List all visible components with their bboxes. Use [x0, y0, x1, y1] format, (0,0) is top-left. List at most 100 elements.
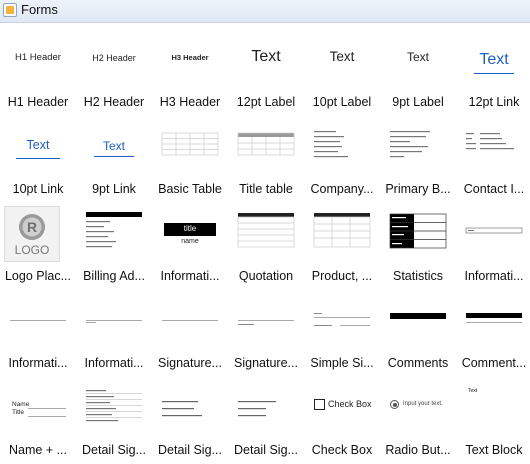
shape-contact-info[interactable]: Contact I... — [456, 116, 530, 203]
preview-text: H2 Header — [92, 53, 136, 63]
shape-thumbnail — [158, 382, 222, 436]
shape-comments[interactable]: Comments — [380, 290, 456, 377]
table-preview — [313, 213, 371, 248]
shape-thumbnail: Text — [82, 121, 146, 175]
preview-text: H3 Header — [171, 53, 209, 62]
line-preview — [162, 320, 218, 321]
shape-label: 10pt Link — [12, 182, 64, 196]
shape-label: Signature... — [234, 356, 298, 370]
svg-text:R: R — [27, 219, 37, 235]
shape-9pt-link[interactable]: Text 9pt Link — [76, 116, 152, 203]
preview-name: Name — [12, 401, 30, 408]
window-title: Forms — [21, 2, 58, 17]
shape-text-block[interactable]: Text Text Block — [456, 377, 530, 464]
shape-detail-signature-1[interactable]: Detail Sig... — [76, 377, 152, 464]
shape-10pt-label[interactable]: Text 10pt Label — [304, 29, 380, 116]
shape-10pt-link[interactable]: Text 10pt Link — [0, 116, 76, 203]
shape-basic-table[interactable]: Basic Table — [152, 116, 228, 203]
shape-label: Informati... — [160, 269, 220, 283]
preview-link-text: Text — [479, 51, 509, 68]
shape-signature-line[interactable]: Signature... — [152, 290, 228, 377]
table-preview — [389, 213, 447, 249]
shape-primary-business[interactable]: Primary B... — [380, 116, 456, 203]
line-preview — [28, 416, 66, 417]
shape-information-field[interactable]: Informati... — [456, 203, 530, 290]
shape-12pt-label[interactable]: Text 12pt Label — [228, 29, 304, 116]
shape-detail-signature-2[interactable]: Detail Sig... — [152, 377, 228, 464]
shape-thumbnail — [310, 208, 374, 262]
shape-logo-placeholder[interactable]: R LOGO Logo Plac... — [0, 203, 76, 290]
shape-label: Check Box — [311, 443, 373, 457]
shape-label: Billing Ad... — [83, 269, 145, 283]
shape-information-line-2[interactable]: Informati... — [76, 290, 152, 377]
shape-label: 10pt Label — [312, 95, 372, 109]
preview-name: name — [181, 238, 199, 245]
shape-thumbnail: Text — [462, 382, 526, 436]
shape-thumbnail — [158, 295, 222, 349]
shape-signature-block[interactable]: Signature... — [228, 290, 304, 377]
shape-radio-button[interactable]: Input your text. Radio But... — [380, 377, 456, 464]
shape-label: Text Block — [465, 443, 523, 457]
shape-quotation[interactable]: Quotation — [228, 203, 304, 290]
shape-thumbnail — [234, 121, 298, 175]
shape-company-info[interactable]: Company... — [304, 116, 380, 203]
shape-thumbnail — [6, 295, 70, 349]
shape-label: Contact I... — [463, 182, 525, 196]
shape-label: Company... — [310, 182, 374, 196]
shape-thumbnail: title name — [158, 208, 222, 262]
preview-link-text: Text — [26, 138, 50, 152]
shape-label: Informati... — [8, 356, 68, 370]
shape-detail-signature-3[interactable]: Detail Sig... — [228, 377, 304, 464]
shape-h2-header[interactable]: H2 Header H2 Header — [76, 29, 152, 116]
preview-text: Text — [329, 49, 355, 64]
shape-product[interactable]: Product, ... — [304, 203, 380, 290]
shape-label: Detail Sig... — [158, 443, 222, 457]
text-block-preview — [314, 131, 348, 158]
shape-information-line[interactable]: Informati... — [0, 290, 76, 377]
shape-label: 12pt Label — [236, 95, 296, 109]
shape-check-box[interactable]: Check Box Check Box — [304, 377, 380, 464]
shape-thumbnail — [462, 121, 526, 175]
shape-thumbnail: Text — [234, 34, 298, 88]
preview-link-text: Text — [102, 139, 125, 153]
shape-statistics[interactable]: Statistics — [380, 203, 456, 290]
shape-information-title[interactable]: title name Informati... — [152, 203, 228, 290]
text-block-preview — [466, 133, 514, 150]
line-preview — [466, 322, 522, 323]
shape-label: Statistics — [392, 269, 443, 283]
text-block-preview — [86, 212, 142, 248]
line-preview — [86, 322, 96, 323]
shape-label: Logo Plac... — [4, 269, 71, 283]
shape-label: Primary B... — [385, 182, 451, 196]
shape-simple-signature[interactable]: Simple Si... — [304, 290, 380, 377]
link-underline — [94, 156, 134, 157]
preview-text: Check Box — [328, 399, 372, 409]
shape-label: 12pt Link — [468, 95, 520, 109]
shape-label: Signature... — [158, 356, 222, 370]
shape-comment-box[interactable]: Comment... — [456, 290, 530, 377]
shape-name-title[interactable]: Name Title Name + ... — [0, 377, 76, 464]
shape-12pt-link[interactable]: Text 12pt Link — [456, 29, 530, 116]
table-preview — [237, 132, 295, 156]
shape-thumbnail — [462, 208, 526, 262]
checkbox-icon — [314, 399, 325, 410]
radio-dot-icon — [392, 402, 397, 407]
shape-9pt-label[interactable]: Text 9pt Label — [380, 29, 456, 116]
shape-billing-address[interactable]: Billing Ad... — [76, 203, 152, 290]
text-block-preview — [238, 401, 276, 417]
shape-label: Comments — [387, 356, 449, 370]
line-preview — [86, 320, 142, 321]
shape-label: Name + ... — [8, 443, 67, 457]
table-preview — [237, 213, 295, 248]
shape-label: Quotation — [238, 269, 294, 283]
shape-h3-header[interactable]: H3 Header H3 Header — [152, 29, 228, 116]
shape-thumbnail: Input your text. — [386, 382, 450, 436]
shape-thumbnail: Text — [6, 121, 70, 175]
input-preview — [465, 227, 523, 234]
shape-label: Detail Sig... — [82, 443, 146, 457]
shape-h1-header[interactable]: H1 Header H1 Header — [0, 29, 76, 116]
shape-title-table[interactable]: Title table — [228, 116, 304, 203]
shape-label: 9pt Link — [92, 182, 136, 196]
shape-label: H1 Header — [7, 95, 69, 109]
shape-thumbnail — [386, 121, 450, 175]
